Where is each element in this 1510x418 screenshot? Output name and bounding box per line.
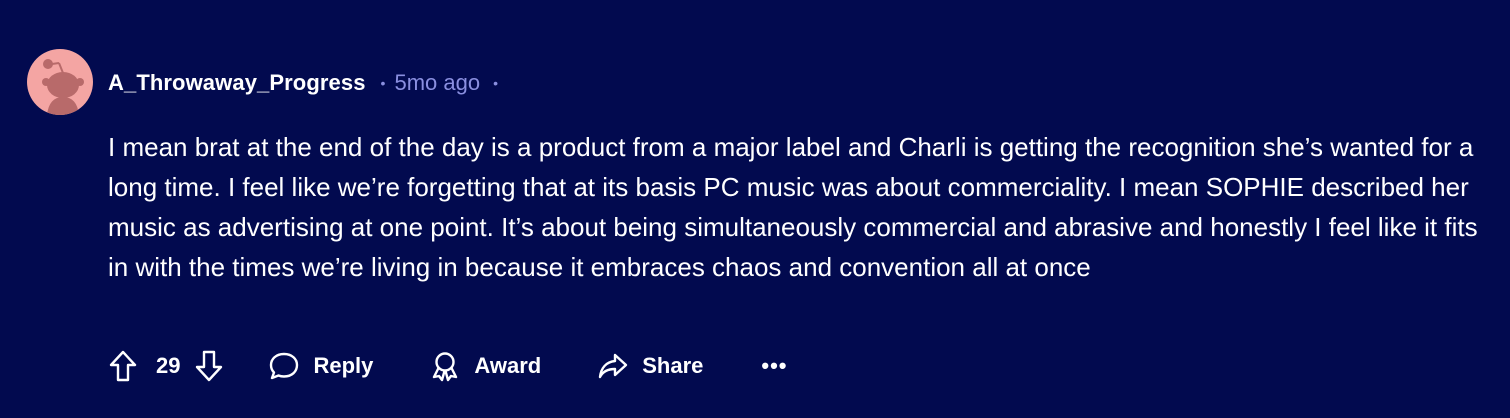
award-button[interactable]: Award	[429, 350, 541, 382]
downvote-arrow-icon[interactable]	[194, 349, 224, 383]
share-arrow-icon	[597, 351, 629, 381]
comment-action-bar: 29 Reply Award Share •••	[108, 346, 788, 386]
author-name[interactable]: A_Throwaway_Progress	[108, 70, 366, 96]
comment-header: A_Throwaway_Progress • 5mo ago •	[108, 68, 498, 98]
more-options-button[interactable]: •••	[761, 353, 787, 379]
reply-label: Reply	[313, 353, 374, 378]
share-button[interactable]: Share	[597, 351, 703, 381]
vote-group: 29	[108, 349, 224, 383]
speech-bubble-icon	[268, 351, 300, 381]
comment-timestamp[interactable]: 5mo ago	[394, 70, 480, 96]
comment-card: A_Throwaway_Progress • 5mo ago • I mean …	[0, 0, 1510, 418]
comment-body: I mean brat at the end of the day is a p…	[108, 132, 1478, 282]
share-label: Share	[642, 353, 704, 378]
meta-separator-trailing: •	[493, 75, 498, 91]
upvote-arrow-icon[interactable]	[108, 349, 138, 383]
ellipsis-icon: •••	[761, 353, 788, 378]
meta-separator: •	[380, 75, 386, 91]
award-label: Award	[474, 353, 542, 378]
snoo-avatar-icon	[42, 59, 84, 115]
vote-count: 29	[156, 353, 181, 378]
award-ribbon-icon	[429, 350, 461, 382]
reply-button[interactable]: Reply	[268, 351, 373, 381]
avatar[interactable]	[27, 49, 93, 115]
